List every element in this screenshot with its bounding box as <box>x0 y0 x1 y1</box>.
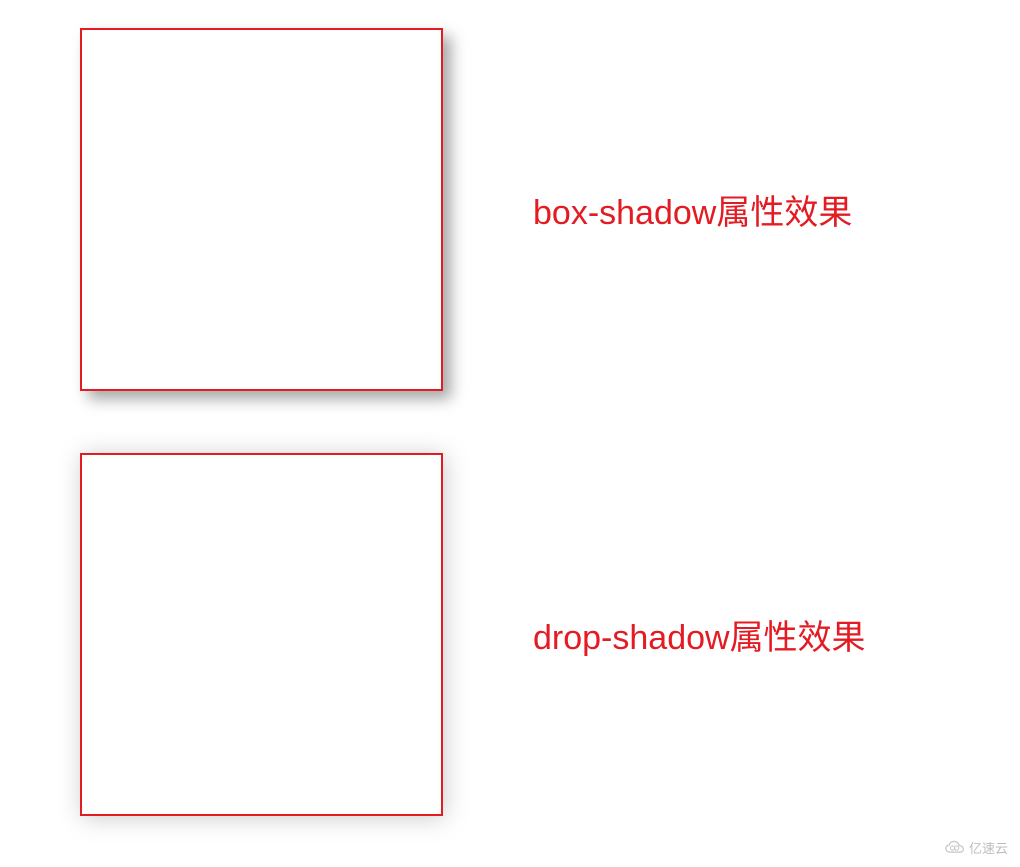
box-shadow-label: box-shadow属性效果 <box>533 185 852 234</box>
box-shadow-demo-square <box>80 28 443 391</box>
watermark: 亿速云 <box>945 838 1008 857</box>
drop-shadow-label: drop-shadow属性效果 <box>533 610 866 659</box>
example-row-box-shadow: box-shadow属性效果 <box>80 28 1020 391</box>
cloud-icon <box>945 840 965 856</box>
drop-shadow-demo-square <box>80 453 443 816</box>
content-container: box-shadow属性效果 drop-shadow属性效果 <box>0 0 1020 816</box>
example-row-drop-shadow: drop-shadow属性效果 <box>80 453 1020 816</box>
watermark-text: 亿速云 <box>969 838 1008 857</box>
